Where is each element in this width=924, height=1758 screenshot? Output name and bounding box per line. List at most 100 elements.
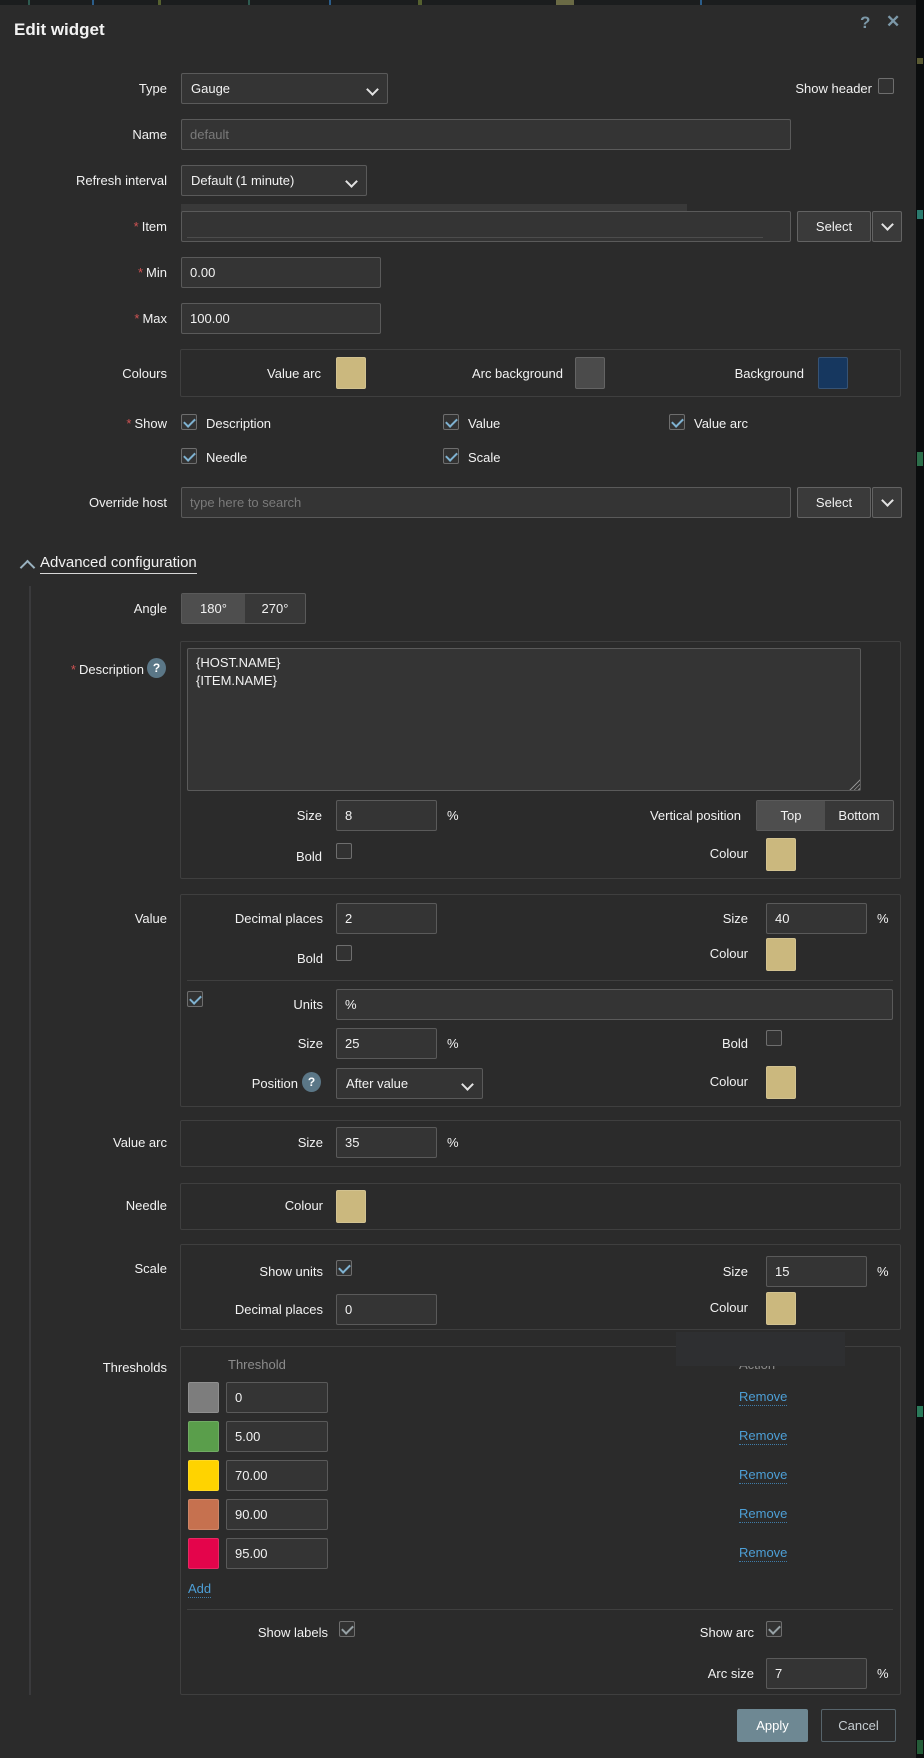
override-host-dropdown-button[interactable] (872, 487, 902, 518)
max-input[interactable] (181, 303, 381, 334)
threshold-value-input[interactable] (226, 1538, 328, 1569)
description-size-label: Size (172, 808, 322, 823)
threshold-column-header: Threshold (228, 1357, 286, 1372)
value-arc-colour-swatch[interactable] (336, 357, 366, 389)
scale-size-input[interactable] (766, 1256, 867, 1287)
item-select-button[interactable]: Select (797, 211, 871, 242)
show-needle-label: Needle (206, 450, 247, 465)
show-labels-checkbox[interactable] (339, 1621, 355, 1637)
apply-button[interactable]: Apply (737, 1709, 808, 1742)
scale-show-units-label: Show units (173, 1264, 323, 1279)
threshold-colour-swatch[interactable] (188, 1499, 219, 1530)
angle-option-270[interactable]: 270° (245, 594, 305, 623)
threshold-remove-link[interactable]: Remove (739, 1428, 787, 1445)
refresh-interval-value: Default (1 minute) (191, 173, 294, 188)
show-value-checkbox[interactable] (443, 414, 459, 430)
angle-option-180[interactable]: 180° (182, 594, 245, 623)
threshold-remove-link[interactable]: Remove (739, 1389, 787, 1406)
units-colour-swatch[interactable] (766, 1066, 796, 1099)
threshold-colour-swatch[interactable] (188, 1421, 219, 1452)
threshold-colour-swatch[interactable] (188, 1538, 219, 1569)
chevron-down-icon (345, 175, 358, 188)
scale-section-label: Scale (0, 1261, 167, 1276)
advanced-configuration-toggle[interactable]: Advanced configuration (40, 554, 197, 574)
dashboard-background-right (916, 0, 924, 1758)
units-position-select[interactable]: After value (336, 1068, 483, 1099)
threshold-remove-link[interactable]: Remove (739, 1506, 787, 1523)
help-icon[interactable]: ? (860, 14, 870, 31)
value-size-input[interactable] (766, 903, 867, 934)
show-value-arc-checkbox[interactable] (669, 414, 685, 430)
value-arc-size-input[interactable] (336, 1127, 437, 1158)
background-fragment (917, 452, 923, 466)
threshold-colour-swatch[interactable] (188, 1460, 219, 1491)
value-bold-checkbox[interactable] (336, 945, 352, 961)
scale-colour-swatch[interactable] (766, 1292, 796, 1325)
threshold-remove-link[interactable]: Remove (739, 1545, 787, 1562)
required-marker: * (134, 219, 139, 234)
refresh-interval-select[interactable]: Default (1 minute) (181, 165, 367, 196)
show-description-label: Description (206, 416, 271, 431)
background-fragment (917, 210, 923, 219)
percent-label: % (877, 911, 889, 926)
description-textarea[interactable]: {HOST.NAME} {ITEM.NAME} (187, 648, 861, 791)
chevron-down-icon (366, 83, 379, 96)
show-value-arc-label: Value arc (694, 416, 748, 431)
value-colour-swatch[interactable] (766, 938, 796, 971)
threshold-remove-link[interactable]: Remove (739, 1467, 787, 1484)
show-header-checkbox[interactable] (878, 78, 894, 94)
threshold-value-input[interactable] (226, 1499, 328, 1530)
value-section-label: Value (0, 911, 167, 926)
arc-size-input[interactable] (766, 1658, 867, 1689)
name-input[interactable] (181, 119, 791, 150)
value-arc-section-label: Value arc (0, 1135, 167, 1150)
override-host-input[interactable] (181, 487, 791, 518)
units-input[interactable] (336, 989, 893, 1020)
scale-decimal-places-input[interactable] (336, 1294, 437, 1325)
required-marker: * (71, 662, 76, 677)
item-label: *Item (0, 219, 167, 234)
description-help-icon[interactable]: ? (147, 658, 166, 678)
units-position-help-icon[interactable]: ? (302, 1072, 321, 1092)
name-label: Name (0, 127, 167, 142)
page-title: Edit widget (14, 20, 105, 40)
background-colour-swatch[interactable] (818, 357, 848, 389)
show-label: *Show (0, 416, 167, 431)
needle-colour-swatch[interactable] (336, 1190, 366, 1223)
cancel-button[interactable]: Cancel (821, 1709, 896, 1742)
scale-show-units-checkbox[interactable] (336, 1260, 352, 1276)
show-needle-checkbox[interactable] (181, 448, 197, 464)
percent-label: % (447, 1036, 459, 1051)
description-label: *Description (0, 662, 144, 677)
show-description-checkbox[interactable] (181, 414, 197, 430)
arc-background-colour-label: Arc background (413, 366, 563, 381)
vertical-position-bottom[interactable]: Bottom (825, 801, 893, 830)
min-input[interactable] (181, 257, 381, 288)
show-arc-checkbox[interactable] (766, 1621, 782, 1637)
arc-size-label: Arc size (604, 1666, 754, 1681)
units-colour-label: Colour (598, 1074, 748, 1089)
required-marker: * (134, 311, 139, 326)
arc-background-colour-swatch[interactable] (575, 357, 605, 389)
value-units-separator (187, 980, 893, 981)
value-decimal-places-input[interactable] (336, 903, 437, 934)
threshold-value-input[interactable] (226, 1421, 328, 1452)
background-colour-label: Background (654, 366, 804, 381)
units-bold-checkbox[interactable] (766, 1030, 782, 1046)
description-colour-swatch[interactable] (766, 838, 796, 871)
type-select[interactable]: Gauge (181, 73, 388, 104)
value-arc-size-label: Size (173, 1135, 323, 1150)
threshold-colour-swatch[interactable] (188, 1382, 219, 1413)
threshold-add-link[interactable]: Add (188, 1581, 211, 1598)
override-host-select-button[interactable]: Select (797, 487, 871, 518)
description-bold-checkbox[interactable] (336, 843, 352, 859)
units-bold-label: Bold (598, 1036, 748, 1051)
description-size-input[interactable] (336, 800, 437, 831)
close-icon[interactable]: ✕ (886, 13, 900, 30)
item-select-dropdown-button[interactable] (872, 211, 902, 242)
threshold-value-input[interactable] (226, 1382, 328, 1413)
threshold-value-input[interactable] (226, 1460, 328, 1491)
vertical-position-top[interactable]: Top (757, 801, 825, 830)
units-size-input[interactable] (336, 1028, 437, 1059)
show-scale-checkbox[interactable] (443, 448, 459, 464)
